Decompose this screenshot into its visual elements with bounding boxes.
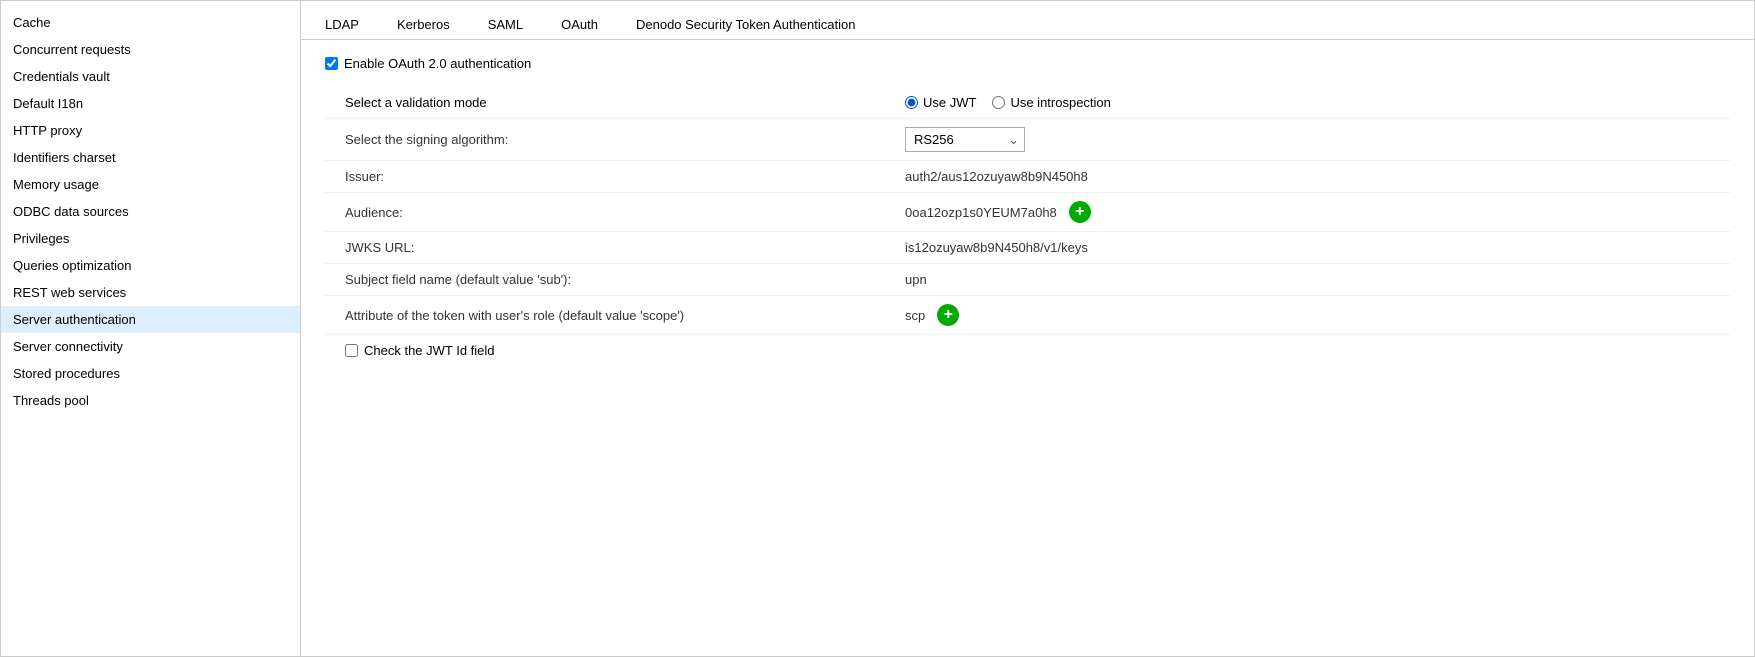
audience-value: 0oa12ozp1s0YEUM7a0h8 + (905, 201, 1730, 223)
sidebar-item-default-i18n[interactable]: Default I18n (1, 90, 300, 117)
sidebar-item-credentials-vault[interactable]: Credentials vault (1, 63, 300, 90)
audience-label: Audience: (325, 205, 905, 220)
token-role-add-button[interactable]: + (937, 304, 959, 326)
sidebar-item-server-authentication[interactable]: Server authentication (1, 306, 300, 333)
form-rows: Select a validation mode Use JWT Use int… (325, 87, 1730, 366)
jwt-id-label: Check the JWT Id field (364, 343, 495, 358)
validation-mode-row: Select a validation mode Use JWT Use int… (325, 87, 1730, 119)
subject-field-value: upn (905, 272, 1730, 287)
audience-add-button[interactable]: + (1069, 201, 1091, 223)
use-introspection-option[interactable]: Use introspection (992, 95, 1110, 110)
tab-saml[interactable]: SAML (484, 11, 527, 40)
sidebar-item-http-proxy[interactable]: HTTP proxy (1, 117, 300, 144)
validation-mode-label: Select a validation mode (325, 95, 905, 110)
content-area: Enable OAuth 2.0 authentication Select a… (301, 40, 1754, 382)
use-introspection-radio[interactable] (992, 96, 1005, 109)
jwt-id-checkbox[interactable] (345, 344, 358, 357)
use-jwt-radio[interactable] (905, 96, 918, 109)
jwks-url-label: JWKS URL: (325, 240, 905, 255)
issuer-row: Issuer: auth2/aus12ozuyaw8b9N450h8 (325, 161, 1730, 193)
main-container: CacheConcurrent requestsCredentials vaul… (0, 0, 1755, 657)
jwks-url-row: JWKS URL: is12ozuyaw8b9N450h8/v1/keys (325, 232, 1730, 264)
jwks-url-text: is12ozuyaw8b9N450h8/v1/keys (905, 240, 1088, 255)
sidebar-item-memory-usage[interactable]: Memory usage (1, 171, 300, 198)
signing-algorithm-select[interactable]: RS256 HS256 RS384 RS512 (905, 127, 1025, 152)
validation-options: Use JWT Use introspection (905, 95, 1730, 110)
enable-oauth-checkbox[interactable] (325, 57, 338, 70)
sidebar-item-identifiers-charset[interactable]: Identifiers charset (1, 144, 300, 171)
signing-algorithm-select-wrapper: RS256 HS256 RS384 RS512 ⌄ (905, 127, 1025, 152)
token-role-value: scp + (905, 304, 1730, 326)
enable-oauth-row: Enable OAuth 2.0 authentication (325, 56, 1730, 71)
sidebar-item-cache[interactable]: Cache (1, 9, 300, 36)
token-role-text: scp (905, 308, 925, 323)
token-role-label: Attribute of the token with user's role … (325, 308, 905, 323)
use-jwt-label: Use JWT (923, 95, 976, 110)
signing-algorithm-row: Select the signing algorithm: RS256 HS25… (325, 119, 1730, 161)
signing-algorithm-value: RS256 HS256 RS384 RS512 ⌄ (905, 127, 1730, 152)
tab-denodo-security-token-authentication[interactable]: Denodo Security Token Authentication (632, 11, 859, 40)
issuer-label: Issuer: (325, 169, 905, 184)
use-introspection-label: Use introspection (1010, 95, 1110, 110)
subject-field-label: Subject field name (default value 'sub')… (325, 272, 905, 287)
token-role-row: Attribute of the token with user's role … (325, 296, 1730, 335)
jwt-id-row: Check the JWT Id field (325, 335, 1730, 366)
signing-algorithm-label: Select the signing algorithm: (325, 132, 905, 147)
issuer-text: auth2/aus12ozuyaw8b9N450h8 (905, 169, 1088, 184)
audience-row: Audience: 0oa12ozp1s0YEUM7a0h8 + (325, 193, 1730, 232)
subject-field-row: Subject field name (default value 'sub')… (325, 264, 1730, 296)
enable-oauth-label: Enable OAuth 2.0 authentication (344, 56, 531, 71)
issuer-value: auth2/aus12ozuyaw8b9N450h8 (905, 169, 1730, 184)
audience-text: 0oa12ozp1s0YEUM7a0h8 (905, 205, 1057, 220)
sidebar-item-rest-web-services[interactable]: REST web services (1, 279, 300, 306)
main-content: LDAP Kerberos SAML OAuth Denodo Security Tok… (301, 1, 1754, 656)
sidebar-item-server-connectivity[interactable]: Server connectivity (1, 333, 300, 360)
tab-bar: LDAP Kerberos SAML OAuth Denodo Security Tok… (301, 1, 1754, 40)
sidebar-item-threads-pool[interactable]: Threads pool (1, 387, 300, 414)
sidebar-item-concurrent-requests[interactable]: Concurrent requests (1, 36, 300, 63)
sidebar-item-privileges[interactable]: Privileges (1, 225, 300, 252)
tab-kerberos[interactable]: Kerberos (393, 11, 454, 40)
sidebar-item-queries-optimization[interactable]: Queries optimization (1, 252, 300, 279)
sidebar: CacheConcurrent requestsCredentials vaul… (1, 1, 301, 656)
tab-ldap[interactable]: LDAP (321, 11, 363, 40)
tab-oauth[interactable]: OAuth (557, 11, 602, 40)
use-jwt-option[interactable]: Use JWT (905, 95, 976, 110)
sidebar-item-stored-procedures[interactable]: Stored procedures (1, 360, 300, 387)
jwks-url-value: is12ozuyaw8b9N450h8/v1/keys (905, 240, 1730, 255)
sidebar-item-odbc-data-sources[interactable]: ODBC data sources (1, 198, 300, 225)
subject-field-text: upn (905, 272, 927, 287)
